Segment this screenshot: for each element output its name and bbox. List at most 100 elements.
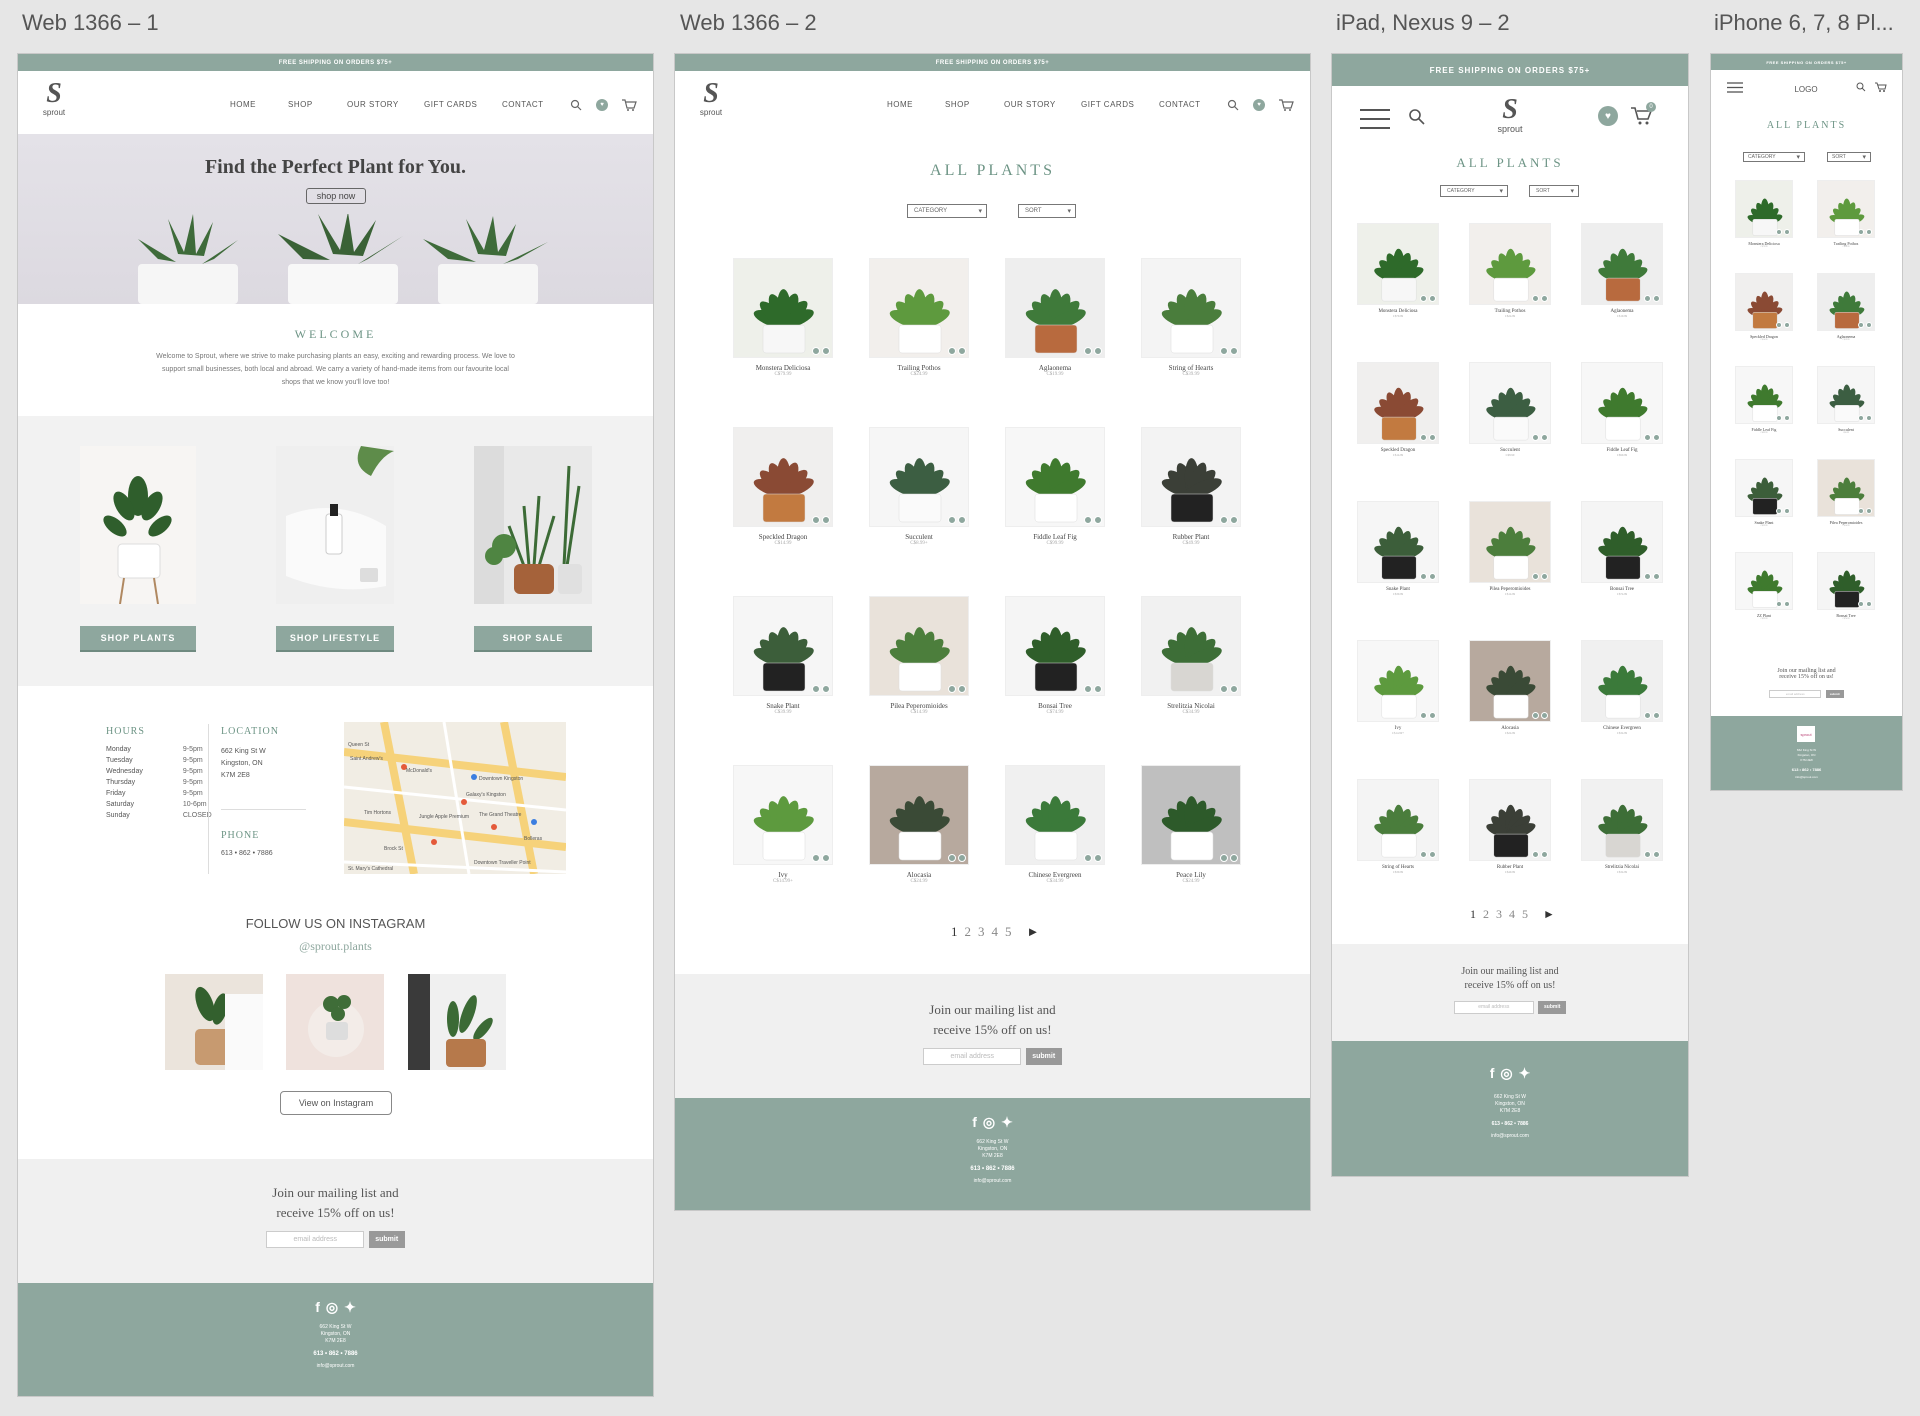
product-card[interactable]: Trailing Pothos C$24.99 (1817, 180, 1875, 248)
wishlist-icon[interactable]: ♥ (1598, 106, 1618, 126)
wishlist-icon[interactable] (1644, 712, 1651, 719)
product-name[interactable]: Fiddle Leaf Fig (1005, 533, 1105, 541)
cart-icon[interactable] (621, 98, 637, 112)
wishlist-icon[interactable] (1420, 851, 1427, 858)
shop-sale-image[interactable] (474, 446, 592, 604)
product-card[interactable]: Snake Plant C$39.99 (733, 596, 833, 715)
brand-logo[interactable]: S sprout (1487, 96, 1533, 135)
add-to-cart-icon[interactable] (958, 685, 966, 693)
product-name[interactable]: Chinese Evergreen (1005, 871, 1105, 879)
product-card[interactable]: Ivy C$14.99+ (733, 765, 833, 884)
wishlist-icon[interactable] (1220, 685, 1228, 693)
add-to-cart-icon[interactable] (1653, 712, 1660, 719)
product-card[interactable]: Alocasia C$24.99 (1469, 640, 1551, 735)
page-link[interactable]: 2 (965, 924, 972, 940)
nav-home[interactable]: HOME (887, 100, 913, 109)
product-name[interactable]: Succulent (869, 533, 969, 541)
product-card[interactable]: Ivy C$14.99+ (1357, 640, 1439, 735)
product-image[interactable] (1735, 459, 1793, 517)
product-name[interactable]: Pilea Peperomioides (869, 702, 969, 710)
product-name[interactable]: Monstera Deliciosa (733, 364, 833, 372)
product-card[interactable]: Rubber Plant C$49.99 (1469, 779, 1551, 874)
twitter-icon[interactable]: ✦ (1519, 1065, 1531, 1082)
shop-plants-image[interactable] (80, 446, 196, 604)
add-to-cart-icon[interactable] (1784, 322, 1790, 328)
wishlist-icon[interactable] (1420, 295, 1427, 302)
page-link[interactable]: 5 (1522, 907, 1528, 922)
product-name[interactable]: String of Hearts (1141, 364, 1241, 372)
wishlist-icon[interactable] (1084, 685, 1092, 693)
nav-contact[interactable]: CONTACT (1159, 100, 1201, 109)
search-icon[interactable] (570, 99, 582, 111)
shop-plants-button[interactable]: SHOP PLANTS (80, 626, 196, 650)
product-card[interactable]: Bonsai Tree C$74.99 (1581, 501, 1663, 596)
page-link[interactable]: 1 (951, 924, 958, 940)
add-to-cart-icon[interactable] (1784, 229, 1790, 235)
product-image[interactable] (1005, 596, 1105, 696)
product-name[interactable]: Bonsai Tree (1005, 702, 1105, 710)
product-image[interactable] (1357, 362, 1439, 444)
next-page-arrow-icon[interactable]: ► (1027, 924, 1040, 940)
add-to-cart-icon[interactable] (822, 516, 830, 524)
add-to-cart-icon[interactable] (1653, 573, 1660, 580)
add-to-cart-icon[interactable] (1094, 347, 1102, 355)
add-to-cart-icon[interactable] (822, 854, 830, 862)
product-image[interactable] (1469, 223, 1551, 305)
product-card[interactable]: Chinese Evergreen C$34.99 (1581, 640, 1663, 735)
product-image[interactable] (1735, 273, 1793, 331)
product-card[interactable]: Fiddle Leaf Fig C$99.99 (1735, 366, 1793, 434)
email-input[interactable]: email address (266, 1231, 365, 1249)
sort-dropdown[interactable]: SORT (1529, 185, 1579, 197)
page-link[interactable]: 5 (1005, 924, 1012, 940)
product-image[interactable] (1581, 362, 1663, 444)
product-card[interactable]: Aglaonema C$19.99 (1817, 273, 1875, 341)
wishlist-icon[interactable] (1644, 851, 1651, 858)
product-card[interactable]: Peace Lily C$24.99 (1141, 765, 1241, 884)
add-to-cart-icon[interactable] (1230, 347, 1238, 355)
product-card[interactable]: Speckled Dragon C$14.99 (1357, 362, 1439, 457)
wishlist-icon[interactable] (948, 854, 956, 862)
add-to-cart-icon[interactable] (822, 347, 830, 355)
page-link[interactable]: 3 (1496, 907, 1502, 922)
wishlist-icon[interactable] (1420, 712, 1427, 719)
wishlist-icon[interactable] (1644, 295, 1651, 302)
wishlist-icon[interactable] (1858, 229, 1864, 235)
nav-gift-cards[interactable]: GIFT CARDS (1081, 100, 1134, 109)
product-card[interactable]: Strelitzia Nicolai C$34.99 (1581, 779, 1663, 874)
product-name[interactable]: Speckled Dragon (733, 533, 833, 541)
footer-email[interactable]: info@sprout.com (1332, 1133, 1688, 1139)
add-to-cart-icon[interactable] (1429, 573, 1436, 580)
product-name[interactable]: Peace Lily (1141, 871, 1241, 879)
product-card[interactable]: Monstera Deliciosa C$79.99 (1357, 223, 1439, 318)
add-to-cart-icon[interactable] (1429, 712, 1436, 719)
add-to-cart-icon[interactable] (1784, 508, 1790, 514)
product-card[interactable]: Trailing Pothos C$24.99 (1469, 223, 1551, 318)
wishlist-icon[interactable] (1084, 347, 1092, 355)
instagram-icon[interactable]: ◎ (983, 1114, 995, 1131)
sort-dropdown[interactable]: SORT (1827, 152, 1871, 162)
twitter-icon[interactable]: ✦ (1001, 1114, 1013, 1131)
product-card[interactable]: Trailing Pothos C$24.99 (869, 258, 969, 377)
cart-icon[interactable] (1278, 98, 1294, 112)
shop-lifestyle-button[interactable]: SHOP LIFESTYLE (276, 626, 394, 650)
product-image[interactable] (1817, 552, 1875, 610)
nav-our-story[interactable]: OUR STORY (1004, 100, 1056, 109)
wishlist-icon[interactable] (1858, 322, 1864, 328)
product-image[interactable] (1357, 501, 1439, 583)
logo-placeholder[interactable]: LOGO (1781, 85, 1831, 94)
wishlist-icon[interactable] (812, 685, 820, 693)
add-to-cart-icon[interactable] (1541, 434, 1548, 441)
add-to-cart-icon[interactable] (1429, 295, 1436, 302)
add-to-cart-icon[interactable] (958, 516, 966, 524)
wishlist-icon[interactable]: ♥ (596, 99, 608, 111)
add-to-cart-icon[interactable] (1541, 295, 1548, 302)
add-to-cart-icon[interactable] (1653, 434, 1660, 441)
product-card[interactable]: Pilea Peperomioides C$14.99 (1469, 501, 1551, 596)
nav-shop[interactable]: SHOP (945, 100, 970, 109)
store-map[interactable]: Queen St Saint Andrew's McDonald's Downt… (344, 722, 566, 874)
wishlist-icon[interactable] (1220, 347, 1228, 355)
wishlist-icon[interactable] (1858, 415, 1864, 421)
add-to-cart-icon[interactable] (958, 347, 966, 355)
product-name[interactable]: Ivy (733, 871, 833, 879)
add-to-cart-icon[interactable] (1653, 851, 1660, 858)
